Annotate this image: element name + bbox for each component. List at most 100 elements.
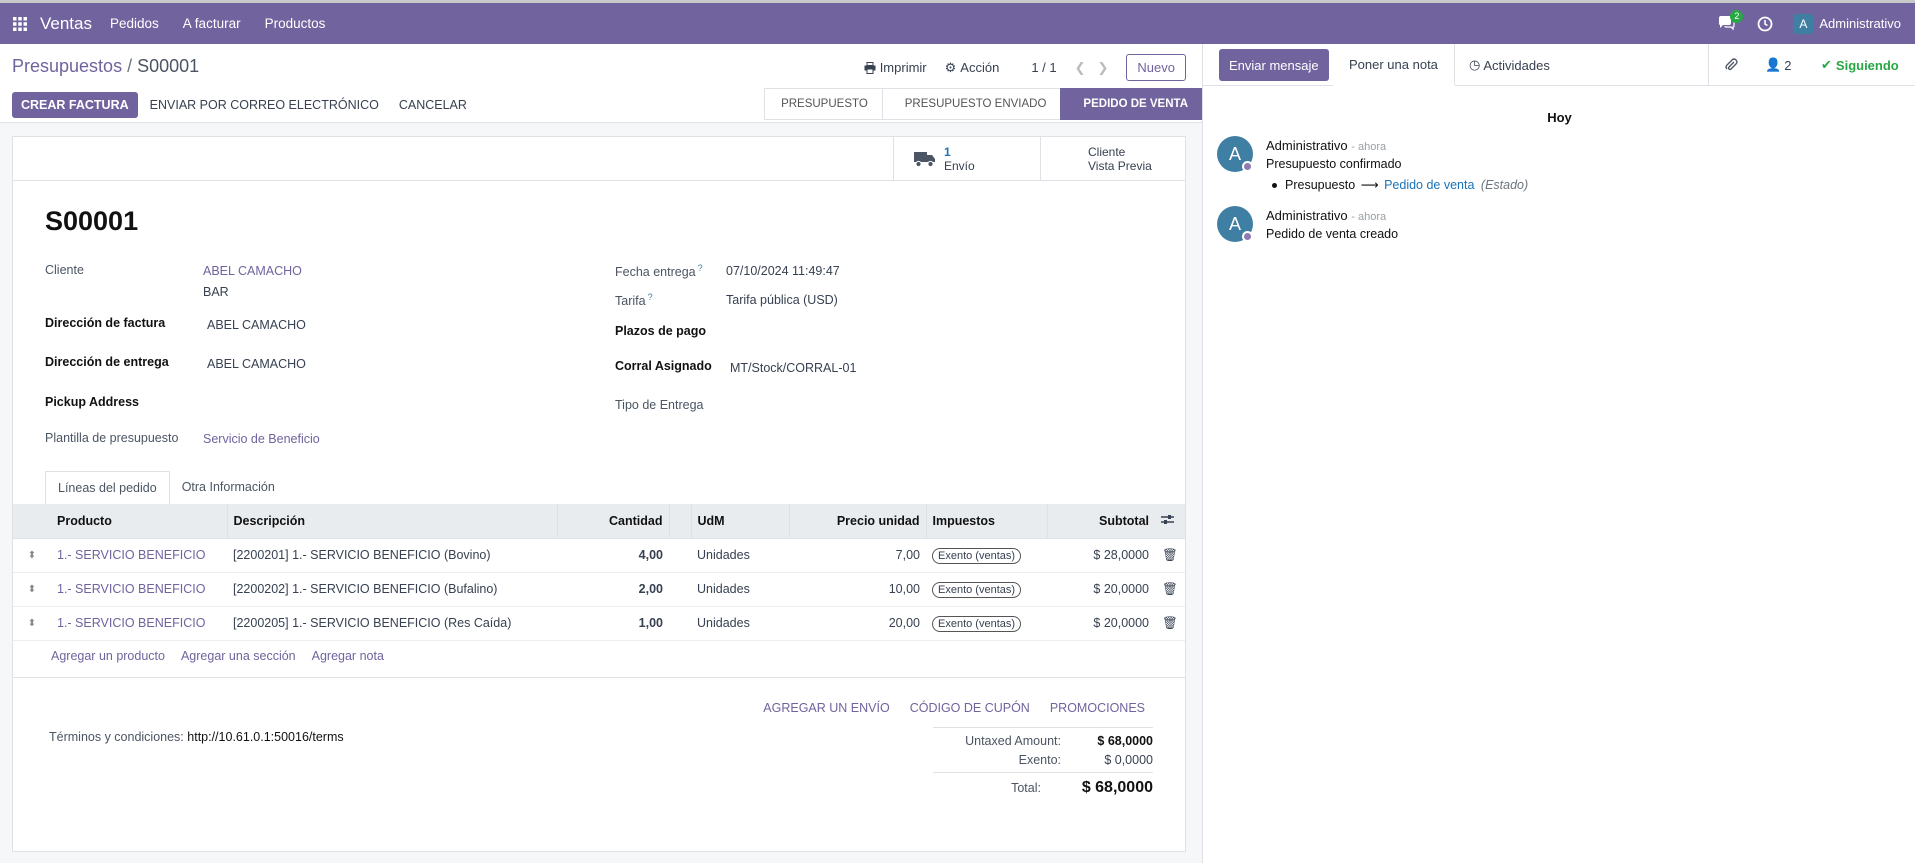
line-quantity[interactable]: 2,00 xyxy=(557,572,669,607)
print-button[interactable]: Imprimir xyxy=(864,60,927,75)
add-note-link[interactable]: Agregar nota xyxy=(312,649,384,663)
followers-button[interactable]: 👤 2 xyxy=(1755,49,1801,81)
new-button[interactable]: Nuevo xyxy=(1126,54,1186,81)
status-sales-order[interactable]: PEDIDO DE VENTA xyxy=(1060,88,1202,120)
add-section-link[interactable]: Agregar una sección xyxy=(181,649,296,663)
status-quotation-sent[interactable]: PRESUPUESTO ENVIADO xyxy=(881,88,1061,120)
invoice-address-value[interactable]: ABEL CAMACHO xyxy=(207,318,306,332)
line-price[interactable]: 7,00 xyxy=(789,538,926,573)
author-name[interactable]: Administrativo xyxy=(1266,138,1348,153)
paperclip-icon[interactable] xyxy=(1715,49,1748,81)
chatter-divider xyxy=(1708,44,1709,86)
line-quantity[interactable]: 4,00 xyxy=(557,538,669,573)
line-description[interactable]: [2200201] 1.- SERVICIO BENEFICIO (Bovino… xyxy=(227,538,557,573)
promotions-button[interactable]: PROMOCIONES xyxy=(1050,701,1145,715)
control-panel: Presupuestos / S00001 Imprimir ⚙ Acción … xyxy=(0,44,1202,123)
breadcrumb-parent[interactable]: Presupuestos xyxy=(12,56,122,76)
line-taxes[interactable]: Exento (ventas) xyxy=(926,538,1047,573)
terms-label: Términos y condiciones: xyxy=(49,730,184,744)
line-description[interactable]: [2200205] 1.- SERVICIO BENEFICIO (Res Ca… xyxy=(227,606,557,641)
line-spacer xyxy=(669,572,691,607)
trash-icon[interactable]: 🗑 xyxy=(1155,572,1185,607)
promo-buttons: AGREGAR UN ENVÍO CÓDIGO DE CUPÓN PROMOCI… xyxy=(763,701,1145,715)
app-brand[interactable]: Ventas xyxy=(40,14,92,34)
following-button[interactable]: ✔ Siguiendo xyxy=(1811,49,1909,81)
tracking-field: (Estado) xyxy=(1480,178,1529,192)
delivery-address-value[interactable]: ABEL CAMACHO xyxy=(207,357,306,371)
line-uom[interactable]: Unidades xyxy=(691,606,789,641)
col-unit-price[interactable]: Precio unidad xyxy=(789,504,927,539)
col-subtotal[interactable]: Subtotal xyxy=(1047,504,1155,539)
table-row[interactable]: ⬍ 1.- SERVICIO BENEFICIO [2200202] 1.- S… xyxy=(13,572,1185,607)
col-product[interactable]: Producto xyxy=(51,504,228,539)
pricelist-value[interactable]: Tarifa pública (USD) xyxy=(726,293,838,307)
line-description[interactable]: [2200202] 1.- SERVICIO BENEFICIO (Bufali… xyxy=(227,572,557,607)
truck-icon xyxy=(914,152,935,168)
tracking-value: Presupuesto ⟶ Pedido de venta (Estado) xyxy=(1272,177,1529,192)
create-invoice-button[interactable]: CREAR FACTURA xyxy=(12,92,138,118)
tab-other-info[interactable]: Otra Información xyxy=(170,471,287,505)
line-quantity[interactable]: 1,00 xyxy=(557,606,669,641)
chat-count-badge: 2 xyxy=(1730,10,1744,23)
line-product[interactable]: 1.- SERVICIO BENEFICIO xyxy=(51,538,227,573)
delivery-smart-button[interactable]: 1 Envío xyxy=(893,137,1040,181)
line-uom[interactable]: Unidades xyxy=(691,538,789,573)
tax-tag: Exento (ventas) xyxy=(932,582,1022,598)
col-description[interactable]: Descripción xyxy=(227,504,558,539)
table-row[interactable]: ⬍ 1.- SERVICIO BENEFICIO [2200201] 1.- S… xyxy=(13,538,1185,573)
trash-icon[interactable]: 🗑 xyxy=(1155,606,1185,641)
pager-next-icon[interactable]: ❯ xyxy=(1098,60,1109,76)
line-price[interactable]: 10,00 xyxy=(789,572,926,607)
chatter-topbar: Enviar mensaje Poner una nota ◷ Activida… xyxy=(1203,44,1915,86)
line-uom[interactable]: Unidades xyxy=(691,572,789,607)
col-uom[interactable]: UdM xyxy=(691,504,790,539)
clock-icon[interactable] xyxy=(1757,16,1773,32)
add-shipping-button[interactable]: AGREGAR UN ENVÍO xyxy=(763,701,889,715)
drag-handle-icon[interactable]: ⬍ xyxy=(13,606,51,641)
customer-value[interactable]: ABEL CAMACHO xyxy=(203,264,302,278)
tab-order-lines[interactable]: Líneas del pedido xyxy=(45,471,170,505)
drag-handle-icon[interactable]: ⬍ xyxy=(13,538,51,573)
line-taxes[interactable]: Exento (ventas) xyxy=(926,572,1047,607)
message-body: Presupuesto confirmado xyxy=(1266,157,1402,171)
pager-value[interactable]: 1 / 1 xyxy=(1031,60,1056,75)
message-time: - ahora xyxy=(1351,211,1387,223)
menu-a-facturar[interactable]: A facturar xyxy=(183,16,241,31)
cancel-button[interactable]: CANCELAR xyxy=(391,92,475,118)
line-taxes[interactable]: Exento (ventas) xyxy=(926,606,1047,641)
line-price[interactable]: 20,00 xyxy=(789,606,926,641)
pager-prev-icon[interactable]: ❮ xyxy=(1075,60,1086,76)
action-button[interactable]: ⚙ Acción xyxy=(945,60,1000,76)
status-quotation[interactable]: PRESUPUESTO xyxy=(764,88,882,120)
trash-icon[interactable]: 🗑 xyxy=(1155,538,1185,573)
table-row[interactable]: ⬍ 1.- SERVICIO BENEFICIO [2200205] 1.- S… xyxy=(13,606,1185,641)
delivery-date-value[interactable]: 07/10/2024 11:49:47 xyxy=(726,264,840,278)
user-name: Administrativo xyxy=(1819,16,1901,31)
customer-preview-button[interactable]: Cliente Vista Previa xyxy=(1040,137,1186,181)
invoice-address-label: Dirección de factura xyxy=(45,316,166,330)
menu-pedidos[interactable]: Pedidos xyxy=(110,16,159,31)
activities-button[interactable]: ◷ Actividades xyxy=(1459,49,1560,81)
send-email-button[interactable]: ENVIAR POR CORREO ELECTRÓNICO xyxy=(142,92,387,118)
col-taxes[interactable]: Impuestos xyxy=(926,504,1048,539)
col-quantity[interactable]: Cantidad xyxy=(557,504,670,539)
status-bar: PRESUPUESTO PRESUPUESTO ENVIADO PEDIDO D… xyxy=(764,88,1202,120)
optional-columns-icon[interactable] xyxy=(1155,504,1185,539)
user-menu[interactable]: A Administrativo xyxy=(1793,13,1901,34)
template-value[interactable]: Servicio de Beneficio xyxy=(203,432,320,446)
coupon-code-button[interactable]: CÓDIGO DE CUPÓN xyxy=(910,701,1030,715)
add-product-link[interactable]: Agregar un producto xyxy=(51,649,165,663)
line-product[interactable]: 1.- SERVICIO BENEFICIO xyxy=(51,572,227,607)
menu-productos[interactable]: Productos xyxy=(265,16,326,31)
author-name[interactable]: Administrativo xyxy=(1266,208,1348,223)
presence-dot xyxy=(1242,161,1253,172)
send-message-button[interactable]: Enviar mensaje xyxy=(1219,49,1329,81)
line-product[interactable]: 1.- SERVICIO BENEFICIO xyxy=(51,606,227,641)
chat-icon[interactable]: 2 xyxy=(1718,10,1744,31)
drag-handle-icon[interactable]: ⬍ xyxy=(13,572,51,607)
terms-url[interactable]: http://10.61.0.1:50016/terms xyxy=(187,730,343,744)
apps-menu-icon[interactable] xyxy=(0,3,40,44)
corral-value[interactable]: MT/Stock/CORRAL-01 xyxy=(730,361,856,375)
log-note-button[interactable]: Poner una nota xyxy=(1333,44,1455,86)
tax-tag: Exento (ventas) xyxy=(932,616,1022,632)
